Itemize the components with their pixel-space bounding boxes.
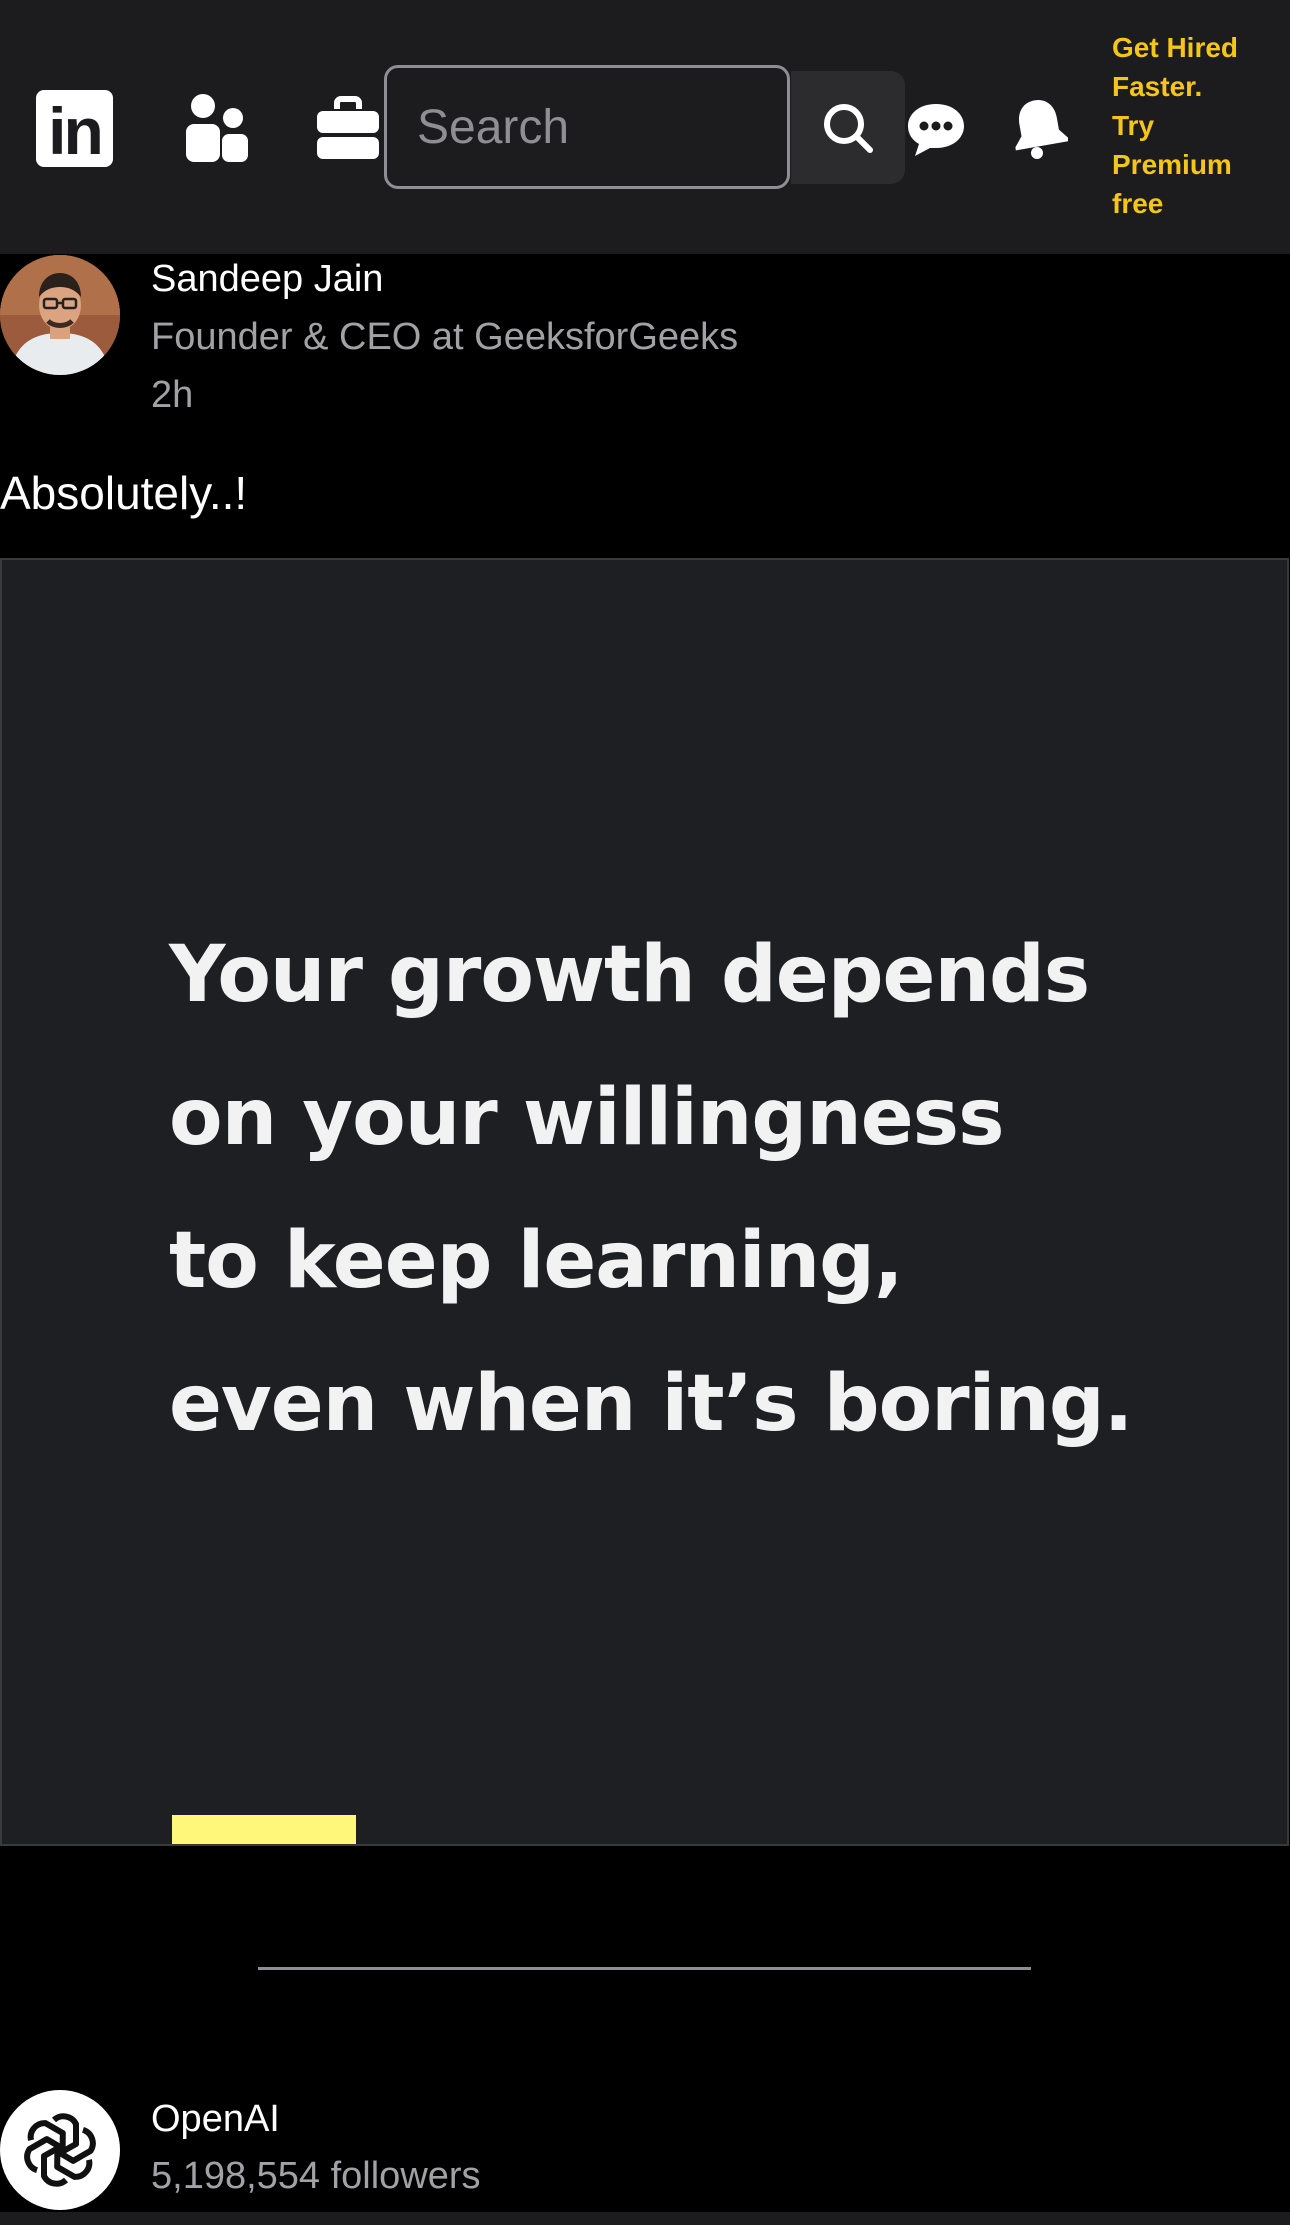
briefcase-icon[interactable] bbox=[315, 95, 381, 161]
premium-line: Faster. bbox=[1112, 71, 1203, 102]
messages-icon[interactable] bbox=[905, 98, 967, 160]
bottom-edge bbox=[0, 2212, 1290, 2225]
next-post-followers: 5,198,554 followers bbox=[151, 2155, 481, 2197]
openai-logo-avatar[interactable] bbox=[0, 2090, 120, 2210]
search-icon bbox=[824, 103, 873, 153]
bell-icon[interactable] bbox=[1010, 96, 1068, 160]
premium-line: Premium bbox=[1112, 149, 1232, 180]
premium-line: Get Hired bbox=[1112, 32, 1239, 63]
premium-line: free bbox=[1112, 188, 1164, 219]
quote-line: on your willingness bbox=[169, 1073, 1005, 1163]
quote-line: even when it’s boring. bbox=[169, 1359, 1133, 1449]
top-nav-bar: in Search Get Hired Faster. Try Premium … bbox=[0, 0, 1290, 254]
linkedin-feed-page: in Search Get Hired Faster. Try Premium … bbox=[0, 0, 1290, 2225]
post-image[interactable]: Your growth depends on your willingness … bbox=[0, 558, 1289, 1846]
next-post-author-name[interactable]: OpenAI bbox=[151, 2098, 280, 2141]
premium-line: Try bbox=[1112, 110, 1155, 141]
accent-bar bbox=[172, 1815, 356, 1844]
quote-line: Your growth depends bbox=[169, 930, 1090, 1020]
post-timestamp: 2h bbox=[151, 374, 194, 416]
openai-logo-icon bbox=[24, 2113, 96, 2187]
search-button[interactable] bbox=[791, 71, 905, 184]
author-avatar[interactable] bbox=[0, 255, 120, 375]
quote-line: to keep learning, bbox=[169, 1216, 904, 1306]
logo-text: in bbox=[48, 93, 104, 168]
premium-promo-link[interactable]: Get Hired Faster. Try Premium free bbox=[1112, 28, 1282, 223]
post-text: Absolutely..! bbox=[0, 467, 248, 519]
search-input[interactable] bbox=[384, 65, 790, 189]
linkedin-logo-icon[interactable]: in bbox=[36, 90, 113, 167]
author-name[interactable]: Sandeep Jain bbox=[151, 258, 383, 301]
people-icon[interactable] bbox=[183, 92, 249, 164]
post-divider bbox=[258, 1967, 1031, 1970]
author-headline: Founder & CEO at GeeksforGeeks bbox=[151, 316, 739, 358]
